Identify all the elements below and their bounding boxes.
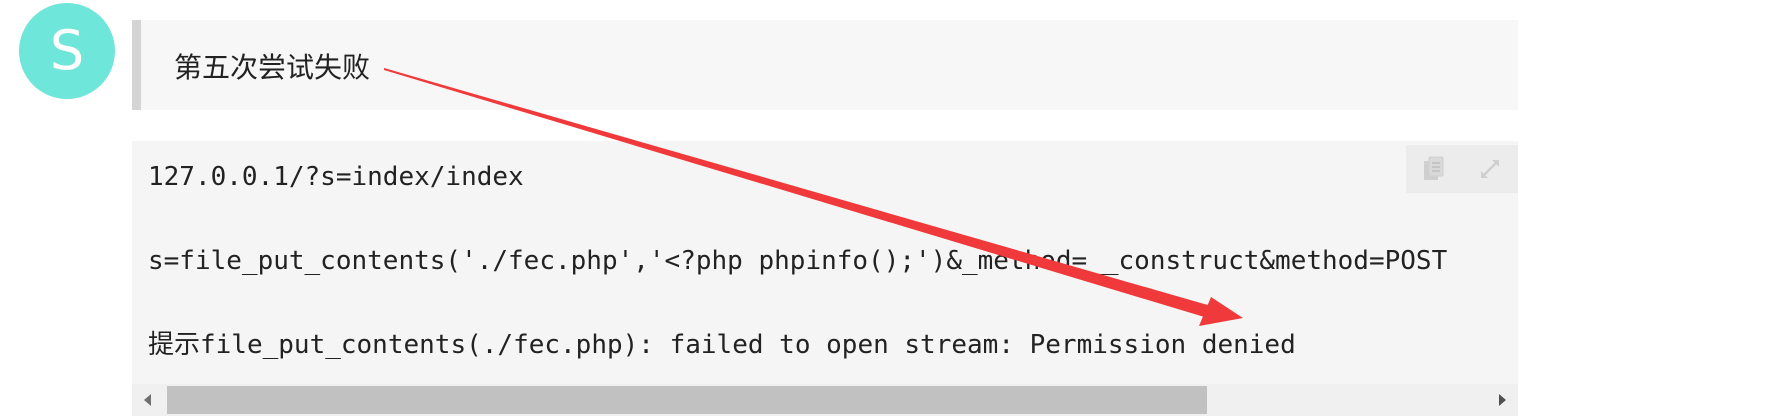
copy-icon[interactable] <box>1420 155 1448 183</box>
user-avatar: S <box>19 3 115 99</box>
scrollbar-thumb[interactable] <box>167 386 1207 414</box>
scroll-right-icon[interactable] <box>1486 384 1518 416</box>
blockquote: 第五次尝试失败 <box>132 20 1518 110</box>
scroll-left-icon[interactable] <box>132 384 164 416</box>
code-line-2: s=file_put_contents('./fec.php','<?php p… <box>148 246 1448 276</box>
code-line-3: 提示file_put_contents(./fec.php): failed t… <box>148 330 1296 360</box>
code-block: 127.0.0.1/?s=index/index s=file_put_cont… <box>132 141 1518 416</box>
quote-text: 第五次尝试失败 <box>174 51 371 84</box>
code-toolbar <box>1406 145 1518 193</box>
expand-icon[interactable] <box>1476 155 1504 183</box>
code-line-1: 127.0.0.1/?s=index/index <box>148 162 524 192</box>
avatar-initial: S <box>49 19 85 82</box>
horizontal-scrollbar[interactable] <box>132 384 1518 416</box>
